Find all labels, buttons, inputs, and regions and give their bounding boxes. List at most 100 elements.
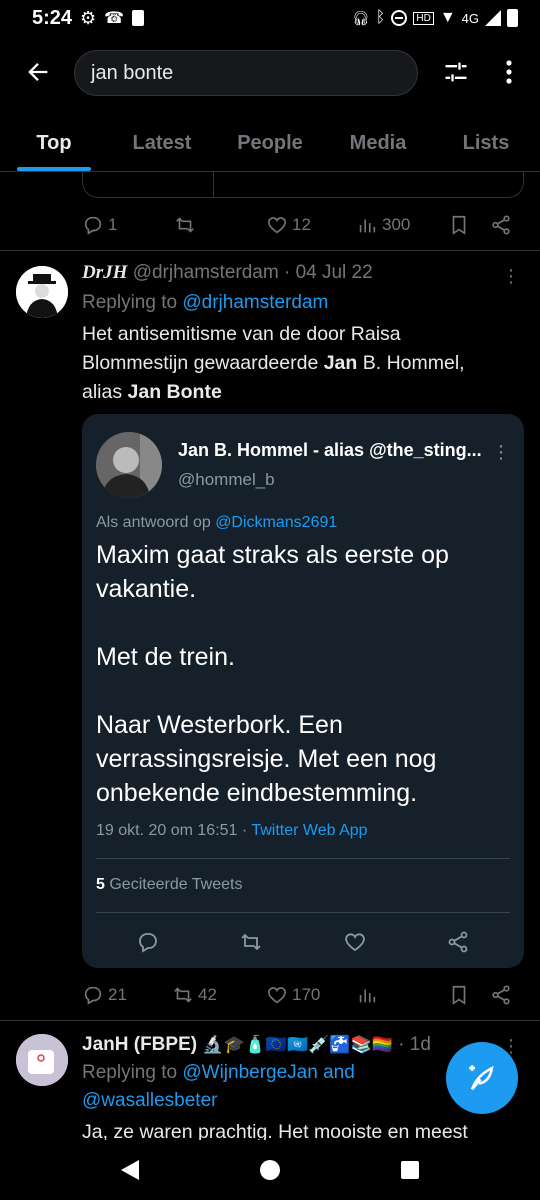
retweet-button[interactable]: 42 bbox=[172, 984, 266, 1006]
tweet-date[interactable]: · 1d bbox=[398, 1034, 431, 1055]
quoted-author-handle[interactable]: @hommel_b bbox=[178, 470, 275, 490]
body-text: alias bbox=[82, 381, 128, 403]
avatar-image bbox=[16, 1034, 68, 1086]
avatar[interactable] bbox=[16, 266, 68, 318]
author-handle[interactable]: @drjhamsterdam bbox=[133, 262, 279, 283]
bookmark-button[interactable] bbox=[448, 984, 490, 1006]
dnd-icon bbox=[391, 10, 408, 26]
status-bar: 5:24 ⚙ ☎ 🎧︎ ᛒ HD ▼ 4G bbox=[0, 0, 540, 36]
retweet-button[interactable] bbox=[174, 214, 266, 236]
quoted-date: 19 okt. 20 om 16:51 · bbox=[96, 822, 248, 839]
settings-icon: ⚙ bbox=[80, 7, 97, 28]
like-button[interactable]: 12 bbox=[266, 214, 356, 236]
quoted-tweets-count[interactable]: 5 Geciteerde Tweets bbox=[96, 876, 242, 894]
tweet-header: JanH (FBPE) 🔬🎓🧴🇪🇺🇺🇳💉🚰📚🏳️‍🌈 · 1d bbox=[82, 1034, 431, 1056]
quoted-tweet-card[interactable]: Jan B. Hommel - alias @the_sting... @hom… bbox=[82, 414, 524, 968]
overflow-menu-button[interactable] bbox=[494, 54, 524, 90]
quoted-author-name[interactable]: Jan B. Hommel - alias @the_sting... bbox=[178, 440, 482, 461]
nav-back-button[interactable] bbox=[120, 1160, 139, 1180]
tweet-date[interactable]: · 04 Jul 22 bbox=[284, 262, 373, 283]
avatar[interactable] bbox=[16, 1034, 68, 1086]
search-input[interactable]: jan bonte bbox=[74, 50, 418, 96]
bookmark-icon bbox=[452, 215, 466, 235]
system-navigation-bar bbox=[0, 1140, 540, 1200]
tab-top[interactable]: Top bbox=[0, 114, 108, 171]
replying-to: Replying to @drjhamsterdam bbox=[82, 292, 328, 314]
replying-to-link[interactable]: @WijnbergeJan bbox=[182, 1062, 317, 1083]
like-icon[interactable] bbox=[343, 930, 367, 954]
like-icon bbox=[267, 987, 287, 1004]
hd-icon: HD bbox=[413, 11, 434, 25]
quote-line: onbekende eindbestemming. bbox=[96, 779, 418, 807]
reply-icon[interactable] bbox=[136, 930, 160, 954]
compose-tweet-button[interactable] bbox=[446, 1042, 518, 1114]
body-line: alias Jan Bonte bbox=[82, 378, 512, 407]
like-icon bbox=[267, 217, 287, 234]
body-highlight: Jan Bonte bbox=[127, 381, 222, 403]
reply-prefix: Als antwoord op bbox=[96, 514, 211, 531]
views-button[interactable]: 300 bbox=[356, 214, 448, 236]
body-text: B. Hommel, bbox=[357, 352, 465, 374]
compose-icon bbox=[469, 1065, 494, 1091]
replying-prefix: Replying to bbox=[82, 1062, 178, 1083]
like-count: 170 bbox=[292, 985, 321, 1004]
search-filter-button[interactable] bbox=[438, 54, 474, 90]
search-tabs: Top Latest People Media Lists bbox=[0, 114, 540, 172]
share-icon bbox=[492, 215, 510, 235]
quote-count: 5 bbox=[96, 876, 105, 893]
replying-to: Replying to @WijnbergeJan and bbox=[82, 1062, 355, 1084]
views-count: 300 bbox=[382, 215, 411, 234]
reply-count: 21 bbox=[108, 985, 127, 1004]
reply-count: 1 bbox=[108, 215, 118, 234]
reply-button[interactable]: 21 bbox=[82, 984, 172, 1006]
quoted-reply-info: Als antwoord op @Dickmans2691 bbox=[96, 514, 337, 532]
views-button[interactable] bbox=[356, 984, 448, 1006]
replying-and: and bbox=[317, 1062, 355, 1083]
signal-icon bbox=[485, 10, 501, 26]
bookmark-icon bbox=[452, 985, 466, 1005]
share-button[interactable] bbox=[490, 214, 512, 236]
tab-people[interactable]: People bbox=[216, 114, 324, 171]
views-icon bbox=[359, 989, 376, 1003]
quoted-options-button[interactable]: ⋮ bbox=[492, 442, 510, 463]
quoted-avatar-image bbox=[96, 432, 162, 498]
tab-media[interactable]: Media bbox=[324, 114, 432, 171]
nav-home-button[interactable] bbox=[259, 1160, 280, 1180]
reply-to-link[interactable]: @Dickmans2691 bbox=[215, 514, 337, 531]
more-vertical-icon: ⋮ bbox=[502, 266, 520, 286]
tab-latest[interactable]: Latest bbox=[108, 114, 216, 171]
quoted-source[interactable]: Twitter Web App bbox=[251, 822, 367, 839]
share-icon bbox=[492, 985, 510, 1005]
like-count: 12 bbox=[292, 215, 311, 234]
tweet-options-button[interactable]: ⋮ bbox=[498, 266, 524, 286]
sd-card-icon bbox=[132, 10, 145, 26]
previous-media-card[interactable] bbox=[82, 172, 524, 198]
author-name[interactable]: DrJH bbox=[82, 262, 127, 283]
nav-recents-button[interactable] bbox=[401, 1161, 420, 1179]
replying-to-link[interactable]: @drjhamsterdam bbox=[182, 292, 328, 313]
back-button[interactable] bbox=[20, 54, 56, 90]
share-button[interactable] bbox=[490, 984, 512, 1006]
author-emojis: 🔬🎓🧴🇪🇺🇺🇳💉🚰📚🏳️‍🌈 bbox=[202, 1035, 393, 1054]
avatar-image bbox=[16, 266, 68, 318]
body-text: Blommestijn gewaardeerde bbox=[82, 352, 324, 374]
tweet-body: Het antisemitisme van de door Raisa Blom… bbox=[82, 320, 512, 407]
more-vertical-icon: ⋮ bbox=[492, 442, 510, 462]
quote-line: Met de trein. bbox=[96, 643, 235, 671]
author-name[interactable]: JanH (FBPE) bbox=[82, 1034, 197, 1055]
retweet-icon bbox=[174, 987, 192, 1003]
quoted-avatar[interactable] bbox=[96, 432, 162, 498]
share-icon[interactable] bbox=[446, 930, 470, 954]
replying-to-link[interactable]: @wasallesbeter bbox=[82, 1090, 217, 1112]
wifi-icon: ▼ bbox=[439, 9, 456, 26]
bookmark-button[interactable] bbox=[448, 214, 490, 236]
retweet-icon[interactable] bbox=[239, 930, 263, 954]
tab-lists[interactable]: Lists bbox=[432, 114, 540, 171]
status-time: 5:24 bbox=[32, 6, 73, 29]
body-highlight: Jan bbox=[323, 352, 358, 374]
like-button[interactable]: 170 bbox=[266, 984, 356, 1006]
tweet-actions: 21 42 170 bbox=[82, 980, 522, 1010]
reply-button[interactable]: 1 bbox=[82, 214, 174, 236]
quoted-actions bbox=[96, 930, 510, 954]
search-header: jan bonte bbox=[0, 36, 540, 112]
